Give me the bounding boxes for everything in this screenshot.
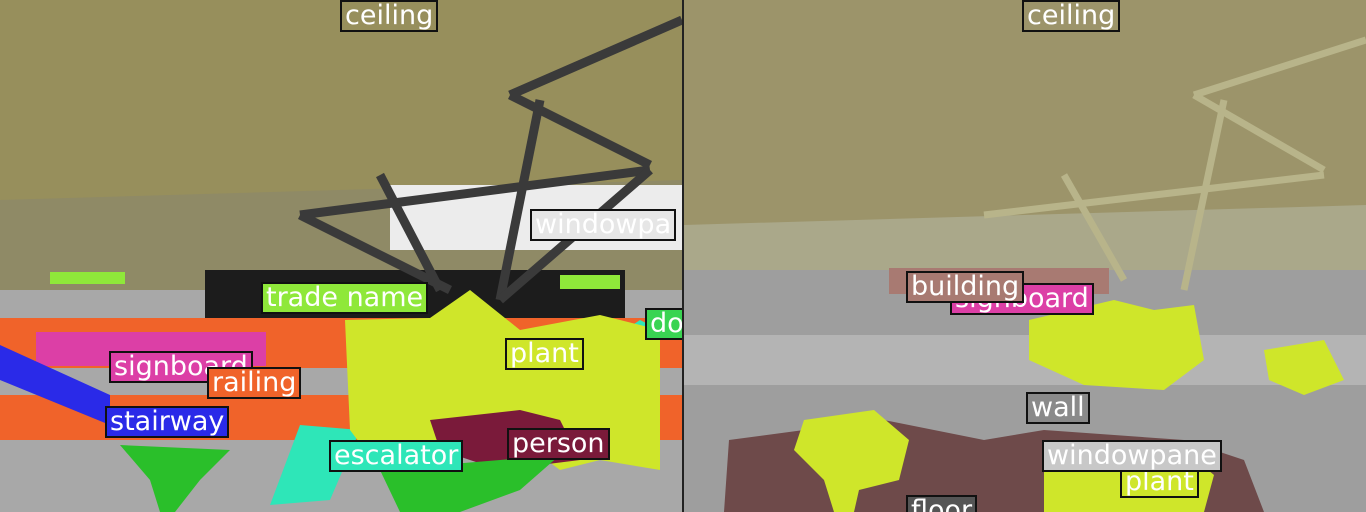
label-windowpane: windowpane [1042, 440, 1222, 472]
label-ceiling: ceiling [1022, 0, 1121, 32]
trade-name-sign-1 [50, 272, 125, 284]
label-wall: wall [1026, 392, 1090, 424]
trade-name-sign-2 [560, 275, 620, 289]
label-building: building [906, 271, 1025, 303]
label-ceiling: ceiling [340, 0, 439, 32]
right-segmentation-overlay [684, 0, 1366, 512]
label-trade-name: trade name [261, 282, 429, 314]
label-person: person [507, 428, 610, 460]
label-stairway: stairway [105, 406, 230, 438]
label-door: do [645, 308, 682, 340]
balcony-region [684, 335, 1366, 385]
label-escalator: escalator [329, 440, 464, 472]
label-plant: plant [505, 338, 584, 370]
label-floor: floor [906, 495, 978, 512]
label-railing: railing [207, 367, 302, 399]
segmentation-comparison: ceiling windowpa trade name do plant sig… [0, 0, 1366, 512]
left-segmentation-panel: ceiling windowpa trade name do plant sig… [0, 0, 682, 512]
label-windowpane: windowpa [530, 209, 677, 241]
right-segmentation-panel: ceiling signboard building wall plant wi… [684, 0, 1366, 512]
